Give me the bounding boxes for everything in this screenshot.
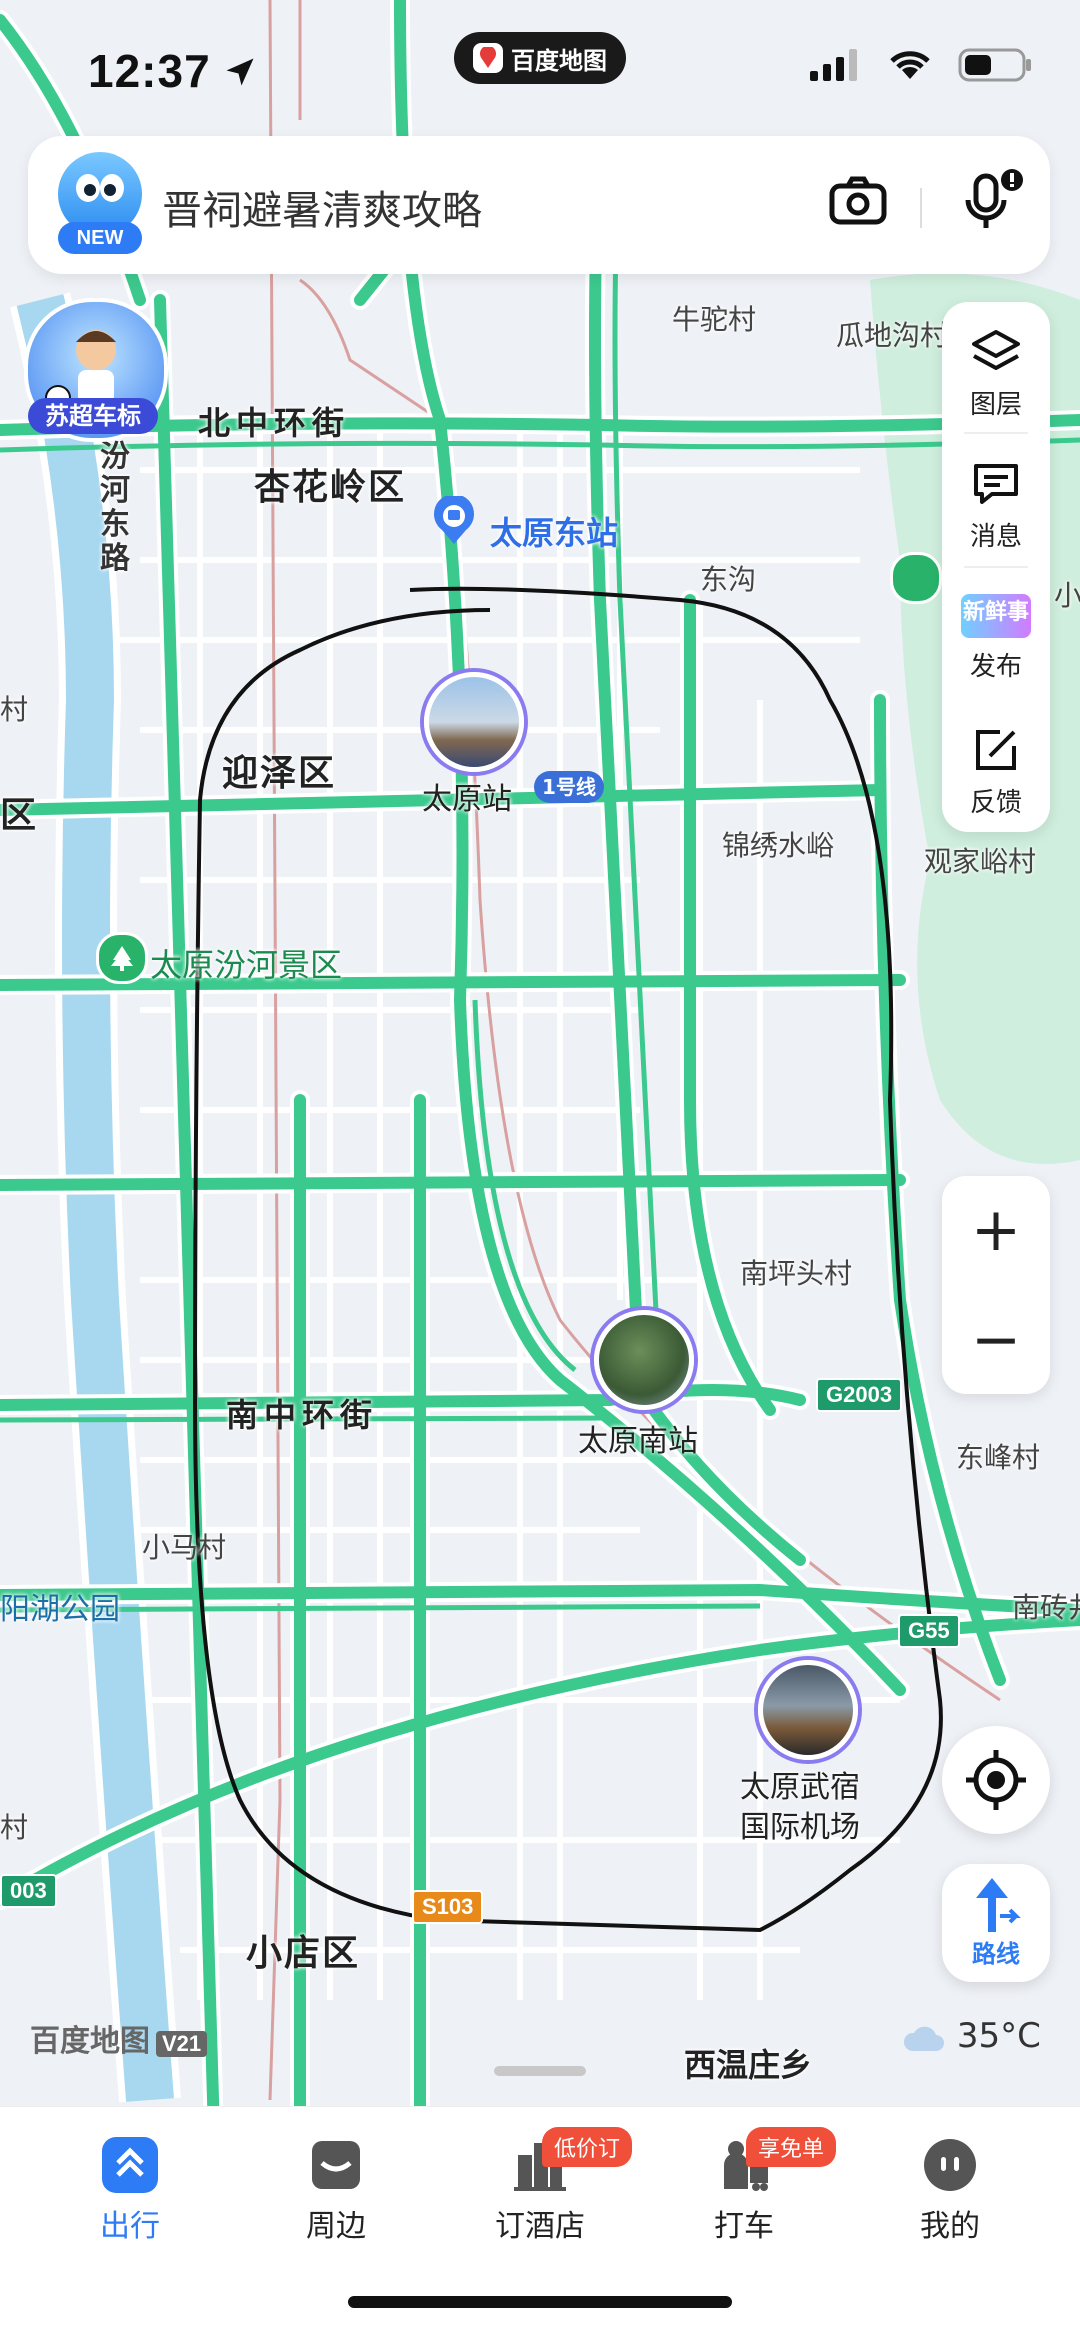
place-right-cut-1: 小 <box>1054 579 1080 612</box>
weather-widget[interactable]: 35°C <box>902 2016 1041 2056</box>
train-station-pin-icon[interactable] <box>432 494 476 546</box>
feedback-icon <box>976 730 1016 770</box>
publish-label: 发布 <box>969 652 1022 682</box>
message-icon <box>974 464 1018 504</box>
status-icons <box>810 48 1034 82</box>
place-left-cut-1: 村 <box>0 693 29 726</box>
home-indicator <box>348 2296 732 2308</box>
place-guadigou: 瓜地沟村 <box>836 319 949 352</box>
district-yingze: 迎泽区 <box>222 753 337 794</box>
tab-taxi-label: 打车 <box>714 2209 774 2244</box>
message-label: 消息 <box>969 522 1022 552</box>
place-dongfeng: 东峰村 <box>956 1441 1041 1474</box>
wifi-icon <box>890 51 930 79</box>
camera-icon[interactable] <box>828 176 888 230</box>
district-xiaodian: 小店区 <box>246 1933 361 1974</box>
location-arrow-icon <box>222 54 258 94</box>
tab-profile[interactable]: 我的 <box>870 2127 1030 2245</box>
feedback-label: 反馈 <box>969 788 1022 818</box>
search-divider <box>920 188 922 228</box>
place-left-cut-2: 区 <box>0 795 39 836</box>
zoom-in-button[interactable]: + <box>942 1176 1050 1284</box>
profile-icon <box>922 2137 978 2193</box>
brand-version: V21 <box>156 2031 208 2057</box>
microphone-icon[interactable] <box>958 166 1028 240</box>
taiyuan-south-photo-pin[interactable] <box>594 1310 694 1410</box>
place-yanghu-park: 阳湖公园 <box>0 1592 120 1627</box>
park-tree-icon[interactable] <box>890 552 942 604</box>
locate-button[interactable] <box>942 1726 1050 1834</box>
zoom-out-button[interactable]: − <box>942 1286 1050 1394</box>
status-time: 12:37 <box>88 45 211 97</box>
district-xinghualing: 杏花岭区 <box>254 467 407 508</box>
airport-photo-pin[interactable] <box>758 1660 858 1760</box>
road-label-north-ring: 北中环街 <box>198 404 351 442</box>
place-left-cut-3: 村 <box>0 1811 29 1844</box>
layers-label: 图层 <box>969 390 1022 420</box>
tab-travel[interactable]: 出行 <box>50 2127 210 2245</box>
poi-taiyuan-station[interactable]: 太原站 <box>422 774 512 818</box>
message-button[interactable]: 消息 <box>942 460 1050 553</box>
app-pill-label: 百度地图 <box>511 46 607 75</box>
baidu-maps-logo-icon <box>473 43 503 73</box>
hotel-badge: 低价订 <box>542 2127 633 2167</box>
road-label-south-ring: 南中环街 <box>226 1396 379 1434</box>
taiyuan-station-photo-pin[interactable] <box>424 672 524 772</box>
taxi-badge: 享免单 <box>746 2127 837 2167</box>
crosshair-icon <box>966 1750 1026 1810</box>
tab-travel-label: 出行 <box>100 2209 160 2244</box>
tab-nearby-label: 周边 <box>306 2209 366 2244</box>
place-nanping: 南坪头村 <box>740 1257 853 1290</box>
weather-temp: 35°C <box>956 2016 1041 2056</box>
tab-nearby[interactable]: 周边 <box>256 2127 416 2245</box>
promo-label[interactable]: 苏超车标 <box>28 398 158 434</box>
sheet-drag-handle[interactable] <box>494 2066 586 2076</box>
tab-taxi[interactable]: 享免单 打车 <box>664 2127 837 2245</box>
poi-taiyuan-east[interactable]: 太原东站 <box>490 508 618 554</box>
place-xiaoma: 小马村 <box>142 1531 227 1564</box>
metro-line-badge: 1号线 <box>534 771 604 803</box>
highway-shield-s103: S103 <box>412 1890 484 1924</box>
brand-name: 百度地图 <box>30 2024 150 2059</box>
poi-fenhe-scenic[interactable]: 太原汾河景区 <box>150 940 342 986</box>
tab-hotel-label: 订酒店 <box>495 2209 585 2244</box>
road-label-fen-east: 汾河东路 <box>100 439 130 576</box>
zoom-controls: + − <box>942 1176 1050 1394</box>
place-jinxiu: 锦绣水峪 <box>722 829 835 862</box>
feedback-button[interactable]: 反馈 <box>942 726 1050 819</box>
place-nanzhuan: 南砖井 <box>1012 1591 1080 1624</box>
new-badge: NEW <box>58 222 142 254</box>
cloud-icon <box>903 2026 944 2051</box>
map-tools-panel: 图层 消息 新鲜事 发布 反馈 <box>942 302 1050 832</box>
map-brand: 百度地图 V21 <box>30 2016 208 2060</box>
search-input[interactable]: 晋祠避暑清爽攻略 <box>162 178 482 236</box>
signal-icon <box>810 49 857 81</box>
app-indicator-pill: 百度地图 <box>454 32 626 84</box>
place-xiwenzhuang: 西温庄乡 <box>684 2046 813 2084</box>
place-guanjia: 观家峪村 <box>924 845 1037 878</box>
poi-airport-line1[interactable]: 太原武宿 <box>740 1762 860 1806</box>
publish-icon: 新鲜事 <box>961 594 1031 638</box>
highway-shield-g55: G55 <box>898 1614 960 1648</box>
poi-taiyuan-south[interactable]: 太原南站 <box>578 1416 698 1460</box>
tab-profile-label: 我的 <box>920 2209 980 2244</box>
place-donggou: 东沟 <box>700 563 757 596</box>
highway-shield-left: 003 <box>0 1874 57 1908</box>
battery-icon <box>958 48 1031 82</box>
tab-hotel[interactable]: 低价订 订酒店 <box>460 2127 633 2245</box>
travel-icon <box>102 2137 158 2193</box>
layers-icon <box>972 330 1020 370</box>
nearby-icon <box>308 2137 364 2193</box>
publish-button[interactable]: 新鲜事 发布 <box>942 594 1050 683</box>
route-arrow-icon <box>976 1878 1021 1932</box>
scenic-tree-icon[interactable] <box>96 932 148 984</box>
layers-button[interactable]: 图层 <box>942 328 1050 421</box>
route-button[interactable]: 路线 <box>942 1864 1050 1982</box>
highway-shield-g2003: G2003 <box>816 1378 903 1412</box>
poi-airport-line2[interactable]: 国际机场 <box>740 1802 860 1846</box>
place-niutuo: 牛驼村 <box>672 303 757 336</box>
route-label: 路线 <box>972 1940 1020 1968</box>
